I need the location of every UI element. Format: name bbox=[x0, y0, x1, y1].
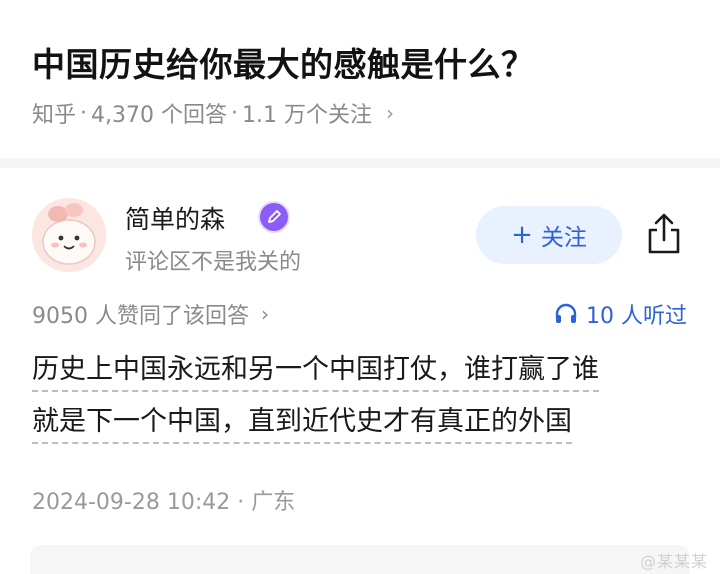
answer-content[interactable]: 历史上中国永远和另一个中国打仗，谁打赢了谁 就是下一个中国，直到近代史才有真正的… bbox=[32, 348, 682, 452]
question-header: 中国历史给你最大的感触是什么？ 知乎 · 4,370 个回答 · 1.1 万个关… bbox=[0, 0, 720, 158]
source-label: 知乎 bbox=[32, 103, 77, 128]
meta-separator: · bbox=[231, 100, 238, 126]
author-signature: 评论区不是我关的 bbox=[125, 250, 302, 275]
listen-text: 10 人听过 bbox=[586, 304, 687, 329]
chevron-right-icon: › bbox=[260, 302, 269, 326]
follower-count: 1.1 万个关注 bbox=[242, 103, 372, 128]
answer-stats: 9050 人赞同了该回答 › 10 人听过 bbox=[0, 290, 720, 334]
author-row: 简单的森 评论区不是我关的 + 关注 bbox=[0, 168, 720, 288]
agree-text: 9050 人赞同了该回答 bbox=[32, 304, 249, 329]
pen-badge-icon[interactable] bbox=[258, 201, 290, 233]
author-name[interactable]: 简单的森 bbox=[125, 200, 225, 236]
meta-separator: · bbox=[80, 100, 88, 126]
comment-bar[interactable] bbox=[30, 545, 690, 574]
avatar[interactable] bbox=[32, 198, 106, 272]
listen-count[interactable]: 10 人听过 bbox=[554, 298, 687, 330]
answer-line: 就是下一个中国，直到近代史才有真正的外国 bbox=[32, 400, 572, 444]
post-timestamp: 2024-09-28 10:42 · 广东 bbox=[32, 490, 296, 515]
answer-line: 历史上中国永远和另一个中国打仗，谁打赢了谁 bbox=[32, 348, 599, 392]
section-divider bbox=[0, 158, 720, 168]
plus-icon: + bbox=[511, 220, 533, 250]
share-icon[interactable] bbox=[644, 212, 684, 256]
chevron-right-icon: › bbox=[385, 101, 394, 125]
question-title[interactable]: 中国历史给你最大的感触是什么？ bbox=[32, 38, 535, 86]
follow-button[interactable]: + 关注 bbox=[476, 206, 622, 264]
answer-count: 4,370 个回答 bbox=[91, 103, 227, 128]
question-meta[interactable]: 知乎 · 4,370 个回答 · 1.1 万个关注 › bbox=[32, 97, 394, 129]
follow-label: 关注 bbox=[540, 225, 587, 251]
agree-count[interactable]: 9050 人赞同了该回答 › bbox=[32, 298, 269, 330]
headphones-icon bbox=[555, 303, 577, 323]
watermark: @某某某 bbox=[639, 552, 708, 571]
